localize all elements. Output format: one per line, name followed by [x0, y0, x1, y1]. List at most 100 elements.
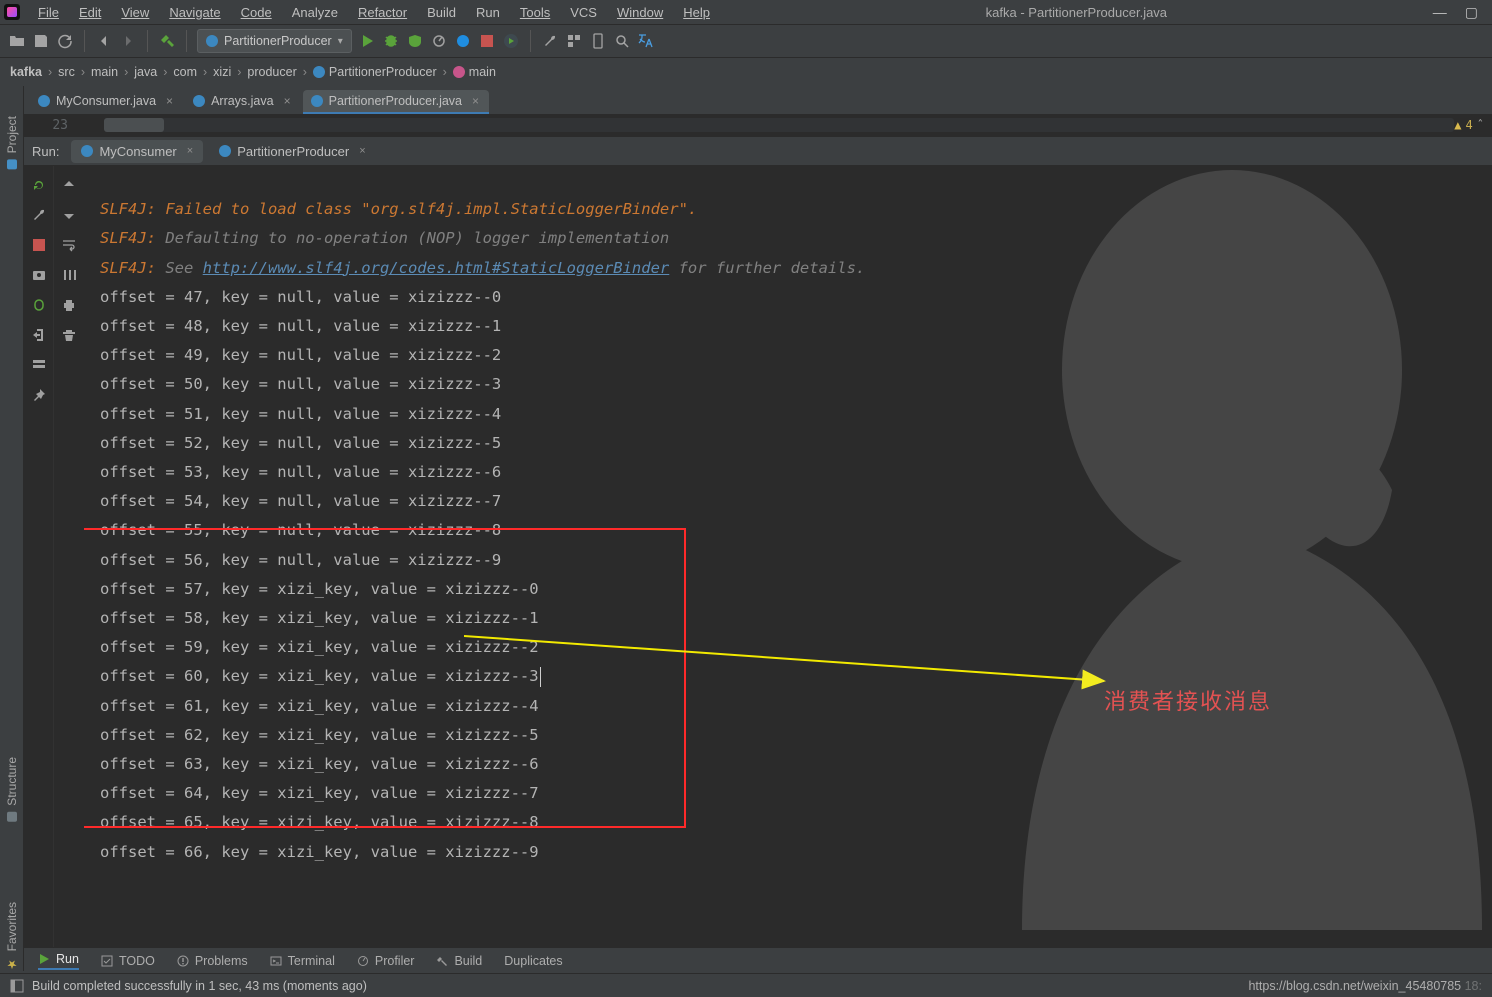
run-config-combo[interactable]: PartitionerProducer ▾ [197, 29, 352, 53]
close-run-tab-icon[interactable]: × [359, 145, 365, 157]
dump-threads-icon[interactable] [30, 266, 48, 284]
menu-code[interactable]: Code [231, 3, 282, 22]
crumb-xizi[interactable]: xizi [213, 65, 231, 79]
editor-tab-myconsumer[interactable]: MyConsumer.java × [30, 90, 183, 114]
run-anything-icon[interactable] [502, 32, 520, 50]
menu-vcs[interactable]: VCS [560, 3, 607, 22]
editor-warning-indicator[interactable]: ▲ 4 ˆ [1454, 118, 1484, 132]
crumb-producer[interactable]: producer [247, 65, 296, 79]
menu-window[interactable]: Window [607, 3, 673, 22]
editor-tab-arrays[interactable]: Arrays.java × [185, 90, 301, 114]
run-tab-myconsumer[interactable]: MyConsumer × [71, 140, 203, 163]
run-play-icon [38, 953, 50, 965]
project-structure-icon[interactable] [565, 32, 583, 50]
debug-icon[interactable] [382, 32, 400, 50]
java-file-icon [193, 95, 205, 107]
exit-icon[interactable] [30, 326, 48, 344]
project-tool-tab[interactable]: Project [5, 116, 19, 169]
app-icon [4, 4, 20, 20]
rerun-icon[interactable] [30, 176, 48, 194]
terminal-icon [270, 955, 282, 967]
menu-file[interactable]: File [28, 3, 69, 22]
menu-view[interactable]: View [111, 3, 159, 22]
scroll-to-end-icon[interactable] [60, 266, 78, 284]
menu-navigate[interactable]: Navigate [159, 3, 230, 22]
attach-debugger-icon[interactable] [30, 296, 48, 314]
bottom-tab-problems[interactable]: Problems [177, 954, 248, 968]
crumb-com[interactable]: com [173, 65, 197, 79]
menu-run[interactable]: Run [466, 3, 510, 22]
bottom-tab-todo[interactable]: TODO [101, 954, 155, 968]
watermark-trail: 18: [1465, 979, 1482, 993]
menu-refactor[interactable]: Refactor [348, 3, 417, 22]
profiler-icon [357, 955, 369, 967]
window-maximize-icon[interactable]: ▢ [1465, 4, 1478, 21]
avd-icon[interactable] [589, 32, 607, 50]
search-everywhere-icon[interactable] [613, 32, 631, 50]
crumb-class[interactable]: PartitionerProducer [313, 65, 437, 79]
close-run-tab-icon[interactable]: × [187, 145, 193, 157]
status-toolwindow-icon[interactable] [10, 979, 24, 993]
close-tab-icon[interactable]: × [472, 94, 479, 108]
menu-build[interactable]: Build [417, 3, 466, 22]
scroll-up-icon[interactable] [60, 176, 78, 194]
editor-tab-partitionerproducer[interactable]: PartitionerProducer.java × [303, 90, 489, 114]
java-class-icon [206, 35, 218, 47]
open-icon[interactable] [8, 32, 26, 50]
nav-forward-icon[interactable] [119, 32, 137, 50]
menu-tools[interactable]: Tools [510, 3, 560, 22]
structure-tool-tab[interactable]: Structure [5, 757, 19, 822]
build-hammer-icon[interactable] [158, 32, 176, 50]
console-output[interactable]: SLF4J: Failed to load class "org.slf4j.i… [84, 166, 1492, 947]
run-play-icon[interactable] [358, 32, 376, 50]
reload-icon[interactable] [56, 32, 74, 50]
profile-icon[interactable] [430, 32, 448, 50]
breadcrumb: kafka › src › main › java › com › xizi ›… [0, 58, 1492, 86]
menu-help[interactable]: Help [673, 3, 720, 22]
soft-wrap-icon[interactable] [60, 236, 78, 254]
translate-icon[interactable] [637, 32, 655, 50]
gutter-line-number: 23 [24, 118, 84, 133]
nav-back-icon[interactable] [95, 32, 113, 50]
crumb-kafka[interactable]: kafka [10, 65, 42, 79]
editor-horizontal-scrollbar[interactable] [104, 118, 1454, 132]
watermark-url: https://blog.csdn.net/weixin_45480785 [1248, 979, 1461, 993]
method-icon [453, 66, 465, 78]
pin-icon[interactable] [30, 386, 48, 404]
crumb-src[interactable]: src [58, 65, 75, 79]
settings-wrench-icon[interactable] [541, 32, 559, 50]
java-class-icon [313, 66, 325, 78]
stop-icon[interactable] [478, 32, 496, 50]
crumb-java[interactable]: java [134, 65, 157, 79]
globe-icon[interactable] [454, 32, 472, 50]
java-file-icon [38, 95, 50, 107]
bottom-tab-profiler[interactable]: Profiler [357, 954, 415, 968]
close-tab-icon[interactable]: × [166, 94, 173, 108]
stop-process-icon[interactable] [30, 236, 48, 254]
run-tab-partitionerproducer[interactable]: PartitionerProducer × [209, 140, 375, 163]
favorites-tool-tab[interactable]: ★Favorites [5, 902, 19, 971]
modify-run-config-icon[interactable] [30, 206, 48, 224]
crumb-main[interactable]: main [91, 65, 118, 79]
coverage-icon[interactable] [406, 32, 424, 50]
project-icon [7, 159, 17, 169]
crumb-method[interactable]: main [453, 65, 496, 79]
close-tab-icon[interactable]: × [284, 94, 291, 108]
bottom-tab-duplicates[interactable]: Duplicates [504, 954, 562, 968]
problems-icon [177, 955, 189, 967]
bottom-tab-build[interactable]: Build [436, 954, 482, 968]
todo-icon [101, 955, 113, 967]
menu-edit[interactable]: Edit [69, 3, 111, 22]
print-icon[interactable] [60, 296, 78, 314]
slf4j-docs-link[interactable]: http://www.slf4j.org/codes.html#StaticLo… [203, 259, 670, 277]
save-icon[interactable] [32, 32, 50, 50]
bottom-tab-run[interactable]: Run [38, 952, 79, 970]
window-minimize-icon[interactable]: — [1433, 4, 1447, 21]
menu-analyze[interactable]: Analyze [282, 3, 348, 22]
bottom-tab-terminal[interactable]: Terminal [270, 954, 335, 968]
text-caret [540, 667, 541, 687]
layout-settings-icon[interactable] [30, 356, 48, 374]
run-tool-label: Run: [32, 144, 65, 159]
clear-all-icon[interactable] [60, 326, 78, 344]
scroll-down-icon[interactable] [60, 206, 78, 224]
